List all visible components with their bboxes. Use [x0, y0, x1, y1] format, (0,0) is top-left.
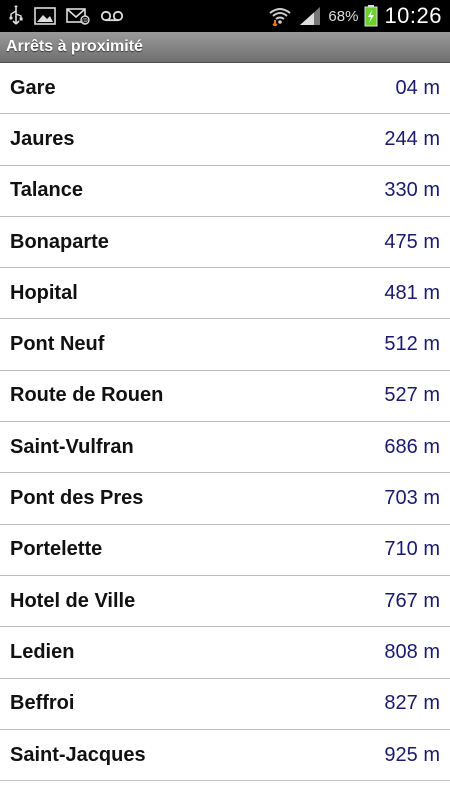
usb-icon	[8, 5, 24, 27]
stop-distance: 04 m	[395, 76, 440, 99]
stop-name: Beffroi	[10, 692, 75, 715]
stop-name: Pont Neuf	[10, 333, 105, 356]
nearby-stops-list[interactable]: Gare 04 m Jaures 244 m Talance 330 m Bon…	[0, 63, 450, 800]
notification-icons: @	[0, 5, 124, 27]
stop-name: Saint-Vulfran	[10, 435, 134, 458]
list-fade-edge	[0, 778, 450, 800]
email-icon: @	[66, 7, 90, 25]
stop-row-pont-neuf[interactable]: Pont Neuf 512 m	[0, 319, 450, 371]
wifi-icon	[268, 6, 292, 26]
battery-charging-icon	[364, 5, 378, 27]
stop-distance: 808 m	[384, 640, 440, 663]
stop-row-beffroi[interactable]: Beffroi 827 m	[0, 678, 450, 730]
stop-distance: 512 m	[384, 333, 440, 356]
stop-row-saint-vulfran[interactable]: Saint-Vulfran 686 m	[0, 422, 450, 474]
stop-distance: 710 m	[384, 538, 440, 561]
stop-name: Bonaparte	[10, 230, 109, 253]
stop-distance: 527 m	[384, 384, 440, 407]
stop-name: Saint-Jacques	[10, 743, 146, 766]
stop-row-hopital[interactable]: Hopital 481 m	[0, 268, 450, 320]
stop-distance: 475 m	[384, 230, 440, 253]
clock: 10:26	[384, 3, 442, 28]
stop-distance: 330 m	[384, 179, 440, 202]
title-bar: Arrêts à proximité	[0, 32, 450, 63]
svg-text:@: @	[82, 18, 88, 25]
stop-row-saint-jacques[interactable]: Saint-Jacques 925 m	[0, 729, 450, 782]
stop-distance: 767 m	[384, 589, 440, 612]
stop-row-gare[interactable]: Gare 04 m	[0, 63, 450, 115]
page-title: Arrêts à proximité	[6, 38, 143, 55]
stop-name: Hopital	[10, 281, 78, 304]
stop-row-portelette[interactable]: Portelette 710 m	[0, 524, 450, 576]
stop-row-route-de-rouen[interactable]: Route de Rouen 527 m	[0, 370, 450, 423]
stop-distance: 827 m	[384, 692, 440, 715]
stop-row-hotel-de-ville[interactable]: Hotel de Ville 767 m	[0, 575, 450, 628]
voicemail-icon	[100, 9, 124, 23]
signal-icon	[298, 6, 322, 26]
stop-name: Gare	[10, 76, 56, 99]
stop-name: Talance	[10, 179, 83, 202]
stop-name: Portelette	[10, 538, 103, 561]
stop-name: Ledien	[10, 640, 75, 663]
battery-percentage: 68%	[328, 7, 359, 25]
stop-row-pont-des-pres[interactable]: Pont des Pres 703 m	[0, 473, 450, 525]
system-status: 68% 10:26	[268, 3, 450, 29]
stop-row-bonaparte[interactable]: Bonaparte 475 m	[0, 216, 450, 269]
stop-distance: 703 m	[384, 487, 440, 510]
stop-row-talance[interactable]: Talance 330 m	[0, 165, 450, 217]
stop-distance: 244 m	[384, 127, 440, 150]
status-bar: @ 68% 10:26	[0, 0, 450, 32]
stop-row-jaures[interactable]: Jaures 244 m	[0, 114, 450, 166]
stop-distance: 686 m	[384, 435, 440, 458]
picture-icon	[34, 7, 56, 25]
stop-distance: 481 m	[384, 281, 440, 304]
stop-name: Hotel de Ville	[10, 589, 136, 612]
stop-name: Route de Rouen	[10, 384, 164, 407]
stop-name: Pont des Pres	[10, 487, 144, 510]
stop-row-ledien[interactable]: Ledien 808 m	[0, 627, 450, 679]
stop-name: Jaures	[10, 127, 75, 150]
stop-distance: 925 m	[384, 743, 440, 766]
